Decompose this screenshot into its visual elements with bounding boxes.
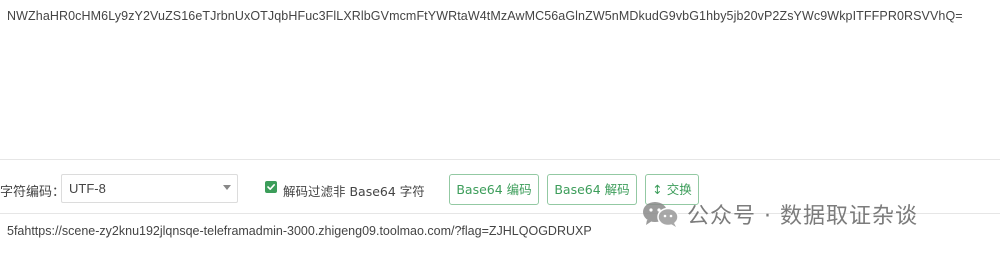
input-text: NWZhaHR0cHM6Ly9zY2VuZS16eTJrbnUxOTJqbHFu…	[7, 9, 963, 23]
charset-value: UTF-8	[69, 181, 106, 196]
filter-label: 解码过滤非 Base64 字符	[283, 184, 425, 199]
watermark-text: 公众号 · 数据取证杂谈	[687, 204, 918, 229]
charset-select[interactable]: UTF-8	[61, 174, 238, 203]
chevron-down-icon	[223, 185, 231, 190]
charset-label: 字符编码：	[0, 185, 66, 200]
input-textarea[interactable]: NWZhaHR0cHM6Ly9zY2VuZS16eTJrbnUxOTJqbHFu…	[0, 0, 1000, 160]
base64-decode-button[interactable]: Base64 解码	[547, 174, 637, 205]
output-text[interactable]: 5fahttps://scene-zy2knu192jlqnsqe-telefr…	[7, 224, 592, 238]
base64-tool-page: NWZhaHR0cHM6Ly9zY2VuZS16eTJrbnUxOTJqbHFu…	[0, 0, 1000, 254]
check-icon	[267, 184, 275, 190]
wechat-icon	[641, 200, 681, 228]
watermark: 公众号 · 数据取证杂谈	[641, 199, 918, 229]
base64-encode-button[interactable]: Base64 编码	[449, 174, 539, 205]
filter-checkbox[interactable]	[265, 181, 277, 193]
